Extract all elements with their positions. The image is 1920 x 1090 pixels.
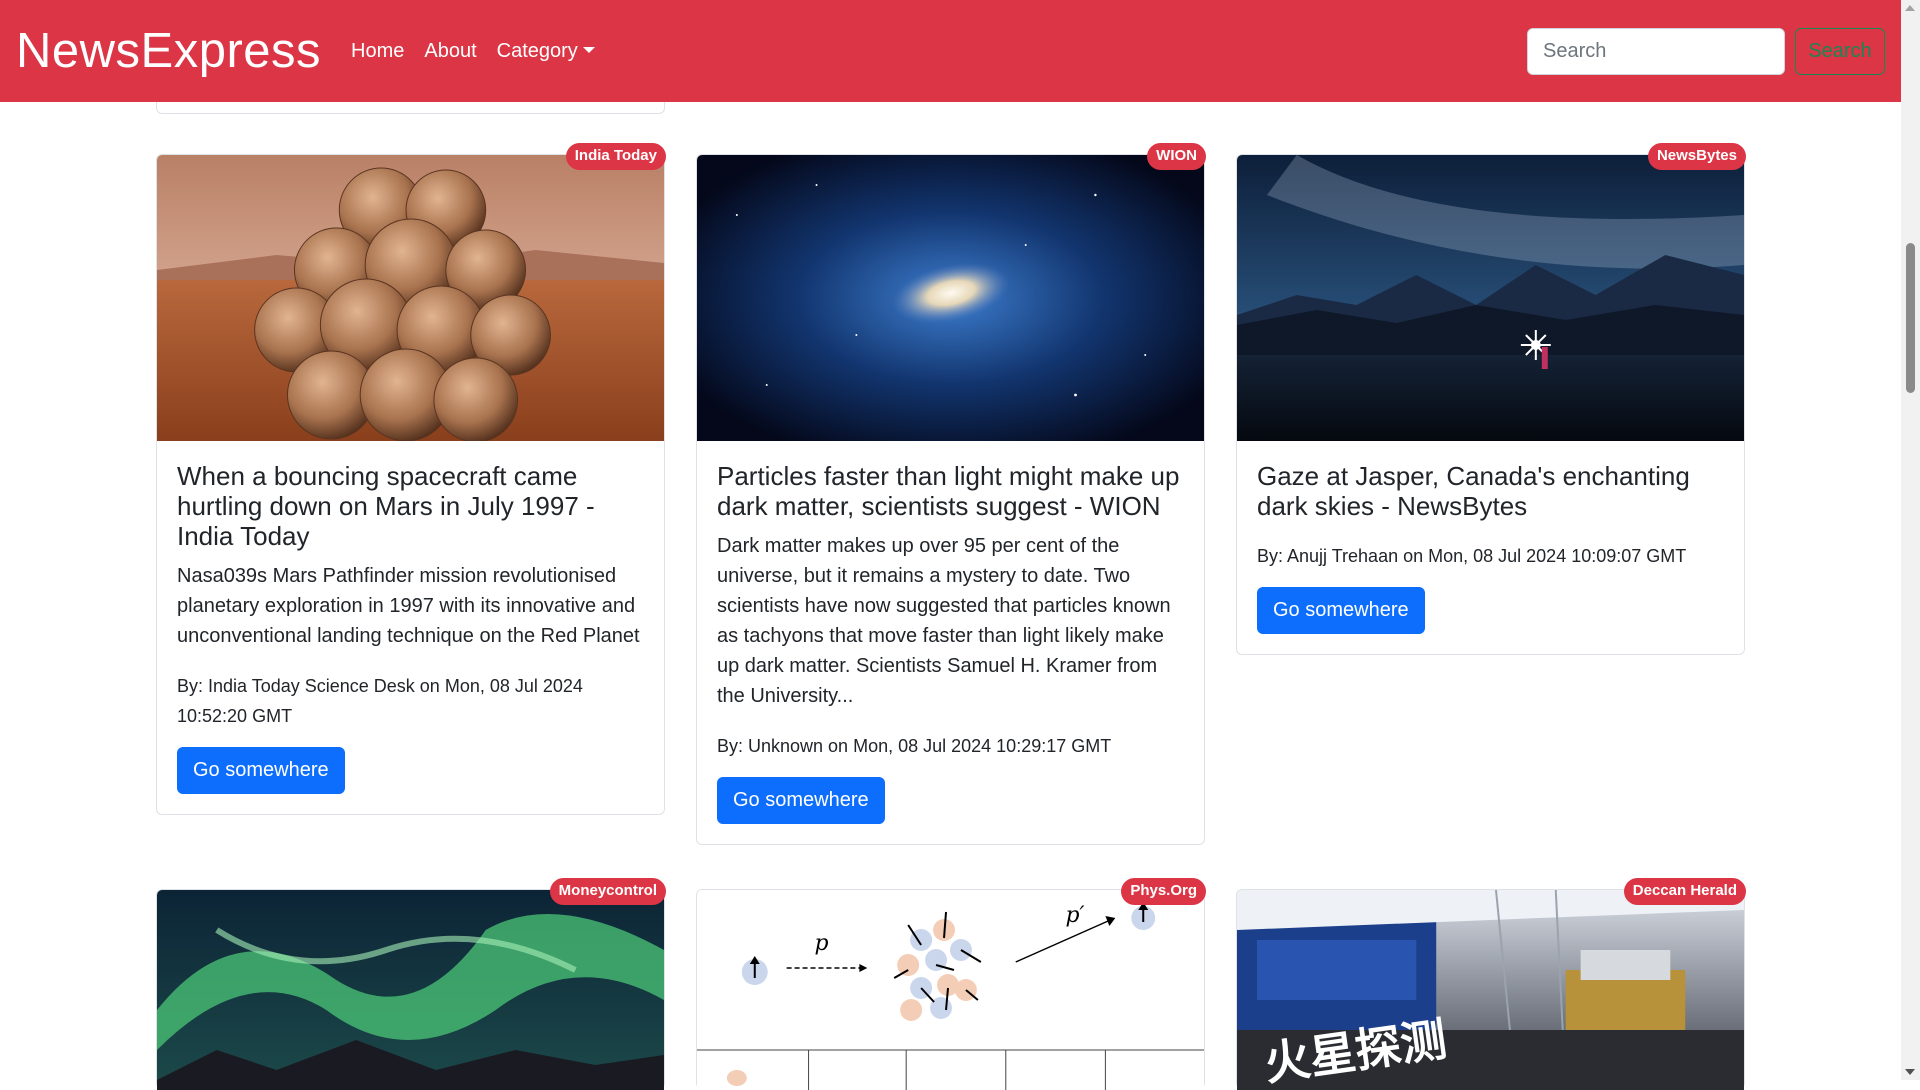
scroll-up-arrow-icon[interactable] (1905, 5, 1915, 11)
news-card: p p′ Phys.Org (696, 878, 1206, 1090)
caret-down-icon (582, 46, 595, 53)
nav-home[interactable]: Home (351, 40, 404, 63)
go-somewhere-button[interactable]: Go somewhere (1257, 587, 1425, 634)
label-p-prime: p′ (1066, 903, 1085, 928)
card-byline: By: Anujj Trehaan on Mon, 08 Jul 2024 10… (1257, 546, 1687, 566)
source-badge: WION (1147, 143, 1206, 170)
card-body: Gaze at Jasper, Canada's enchanting dark… (1237, 441, 1744, 654)
news-card: Moneycontrol (156, 878, 666, 1090)
scroll-down-arrow-icon[interactable] (1905, 1069, 1915, 1075)
go-somewhere-button[interactable]: Go somewhere (717, 777, 885, 824)
nav-category-label: Category (496, 39, 578, 62)
news-card: WION Particles faster than light might m… (696, 143, 1206, 845)
card-byline: By: India Today Science Desk on Mon, 08 … (177, 676, 583, 726)
card-image-galaxy (697, 155, 1204, 441)
search-input[interactable] (1527, 27, 1785, 75)
label-p: p (815, 931, 829, 956)
brand-logo[interactable]: NewsExpress (16, 23, 321, 79)
page-scrollbar[interactable] (1901, 0, 1920, 1080)
card-byline: By: Unknown on Mon, 08 Jul 2024 10:29:17… (717, 736, 1112, 756)
news-card: India Today When a bouncing spacecraft c… (156, 143, 666, 815)
search-form: Search (1527, 27, 1885, 75)
source-badge: Moneycontrol (549, 878, 666, 905)
card-title: Gaze at Jasper, Canada's enchanting dark… (1257, 461, 1690, 521)
card-title: When a bouncing spacecraft came hurtling… (177, 461, 595, 551)
card-image-mars-airbags (157, 155, 664, 441)
source-badge: NewsBytes (1647, 143, 1746, 170)
card-image-mars-exhibition: 火星探测 (1237, 890, 1744, 1090)
source-badge: Deccan Herald (1623, 878, 1746, 905)
card-body: When a bouncing spacecraft came hurtling… (157, 441, 664, 814)
scroll-thumb[interactable] (1906, 243, 1915, 393)
card-description: Nasa039s Mars Pathfinder mission revolut… (177, 565, 640, 647)
source-badge: Phys.Org (1121, 878, 1206, 905)
go-somewhere-button[interactable]: Go somewhere (177, 747, 345, 794)
nav-category-dropdown[interactable]: Category (497, 40, 595, 63)
nav-about[interactable]: About (424, 40, 476, 63)
card-image-physics-diagram: p p′ (697, 890, 1204, 1090)
news-card: 火星探测 Deccan Herald (1236, 878, 1746, 1090)
source-badge: India Today (565, 143, 666, 170)
card-body: Particles faster than light might make u… (697, 441, 1204, 844)
search-button[interactable]: Search (1795, 27, 1885, 75)
card-description: Dark matter makes up over 95 per cent of… (717, 535, 1171, 707)
card-image-aurora (157, 890, 664, 1090)
navbar: NewsExpress Home About Category Search (0, 0, 1901, 102)
news-card: NewsBytes Gaze at Jasper, Canada's encha… (1236, 143, 1746, 655)
card-image-jasper-night-sky (1237, 155, 1744, 441)
card-title: Particles faster than light might make u… (717, 461, 1180, 521)
